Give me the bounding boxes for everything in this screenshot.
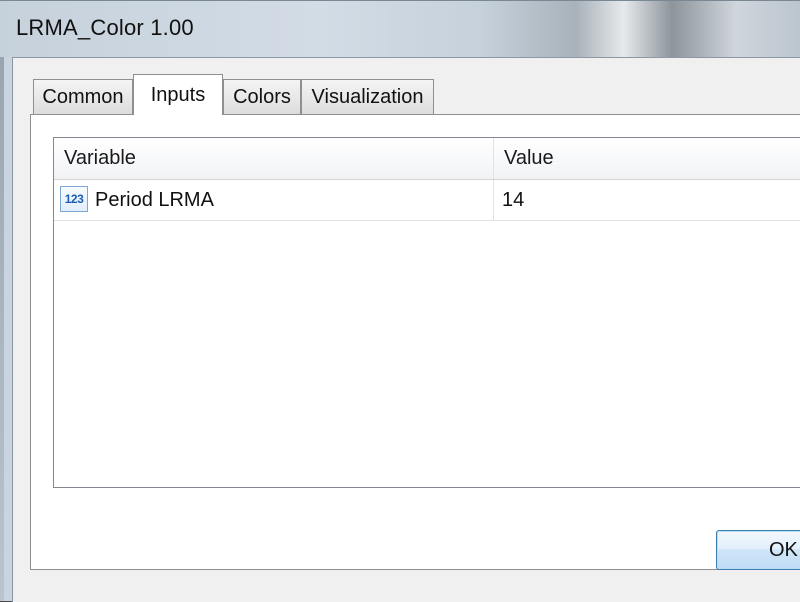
tab-label: Common xyxy=(42,85,124,108)
tab-visualization[interactable]: Visualization xyxy=(301,79,434,114)
column-header-value[interactable]: Value xyxy=(494,138,800,179)
dialog-client-area: Common Inputs Colors Visualization Varia… xyxy=(12,57,800,602)
window-title: LRMA_Color 1.00 xyxy=(16,15,194,40)
tab-inputs[interactable]: Inputs xyxy=(133,74,223,115)
title-bar[interactable]: LRMA_Color 1.00 xyxy=(0,1,800,57)
ok-button[interactable]: OK xyxy=(716,530,800,570)
variable-value[interactable]: 14 xyxy=(502,180,524,220)
column-divider xyxy=(493,180,494,220)
inputs-tab-panel: Variable Value 123 Period LRMA 14 xyxy=(30,114,800,570)
inputs-table: Variable Value 123 Period LRMA 14 xyxy=(53,137,800,488)
table-header: Variable Value xyxy=(54,138,800,180)
tab-common[interactable]: Common xyxy=(33,79,133,114)
tab-label: Inputs xyxy=(150,83,206,106)
column-header-variable[interactable]: Variable xyxy=(54,138,493,179)
tab-colors[interactable]: Colors xyxy=(223,79,301,114)
variable-name: Period LRMA xyxy=(95,189,214,211)
tab-label: Colors xyxy=(233,85,291,108)
number-icon: 123 xyxy=(60,186,88,212)
window-frame-edge xyxy=(0,57,4,601)
indicator-properties-dialog: LRMA_Color 1.00 Common Inputs Colors Vis… xyxy=(0,0,800,602)
tab-label: Visualization xyxy=(311,85,424,108)
table-row[interactable]: 123 Period LRMA 14 xyxy=(54,180,800,221)
